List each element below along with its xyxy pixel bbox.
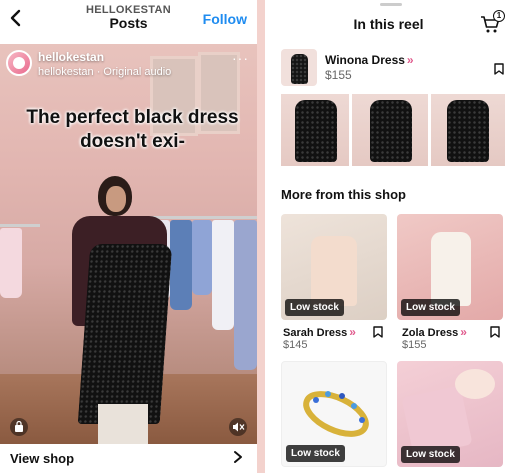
person-legs: [98, 404, 148, 444]
person-face: [106, 186, 126, 212]
product-name-text: Sarah Dress: [283, 327, 348, 339]
bookmark-icon[interactable]: [373, 326, 383, 338]
low-stock-badge: Low stock: [401, 299, 460, 316]
hanging-garment: [234, 220, 257, 370]
chevrons-icon: »: [460, 325, 467, 339]
more-options-icon[interactable]: ···: [232, 50, 249, 66]
low-stock-badge: Low stock: [401, 446, 460, 463]
reel-caption: The perfect black dress doesn't exi-: [26, 107, 239, 152]
hanging-garment: [170, 220, 192, 310]
clothing-rack: [0, 224, 40, 227]
section-title: More from this shop: [281, 187, 406, 202]
audio-line[interactable]: hellokestan · Original audio: [38, 66, 171, 78]
black-dress: [77, 244, 173, 424]
avatar[interactable]: [6, 50, 32, 76]
sheet-title: In this reel: [353, 16, 424, 32]
view-shop-label: View shop: [10, 451, 75, 466]
product-card[interactable]: Low stock: [397, 214, 503, 320]
follow-button[interactable]: Follow: [203, 11, 247, 27]
product-photo[interactable]: [431, 94, 505, 166]
product-price: $145: [283, 339, 308, 351]
account-name[interactable]: hellokestan: [38, 50, 104, 64]
low-stock-badge: Low stock: [286, 445, 345, 462]
cart-button[interactable]: 1: [480, 10, 505, 34]
product-photo[interactable]: [352, 94, 428, 166]
featured-product-price: $155: [325, 68, 352, 82]
cart-count-badge: 1: [493, 10, 505, 22]
muted-speaker-icon[interactable]: [229, 418, 247, 436]
product-photo[interactable]: [281, 94, 349, 166]
posts-header: HELLOKESTAN Posts Follow: [0, 0, 257, 44]
chevrons-icon: »: [406, 53, 414, 67]
chevron-right-icon: [234, 451, 242, 463]
hanging-garment: [192, 220, 212, 295]
product-card[interactable]: Low stock: [281, 361, 387, 467]
product-price: $155: [402, 339, 427, 351]
view-shop-button[interactable]: View shop: [0, 444, 257, 473]
hanging-garment: [0, 228, 22, 298]
hanging-garment: [212, 220, 234, 330]
bookmark-icon[interactable]: [494, 63, 504, 75]
shopping-bag-icon[interactable]: [10, 418, 28, 436]
sheet-drag-handle[interactable]: [380, 3, 402, 6]
reel-screen: HELLOKESTAN Posts Follow hellokestan hel…: [0, 0, 257, 473]
product-card[interactable]: Low stock: [397, 361, 503, 467]
product-name[interactable]: Zola Dress»: [402, 325, 467, 339]
low-stock-badge: Low stock: [285, 299, 344, 316]
shop-sheet: In this reel 1 Winona Dress» $155 More f…: [265, 0, 512, 473]
featured-product-thumbnail[interactable]: [281, 49, 317, 86]
product-name-text: Zola Dress: [402, 327, 459, 339]
product-card[interactable]: Low stock: [281, 214, 387, 320]
clothing-rack: [150, 216, 257, 219]
featured-product-name[interactable]: Winona Dress»: [325, 53, 414, 67]
chevrons-icon: »: [349, 325, 356, 339]
reel-video[interactable]: hellokestan hellokestan · Original audio…: [0, 44, 257, 444]
featured-product-name-text: Winona Dress: [325, 53, 405, 67]
bookmark-icon[interactable]: [490, 326, 500, 338]
product-name[interactable]: Sarah Dress»: [283, 325, 356, 339]
